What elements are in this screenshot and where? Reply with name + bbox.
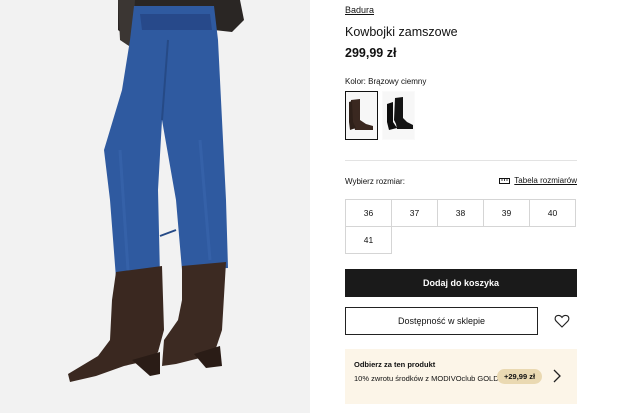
size-table-label: Tabela rozmiarów [514, 176, 577, 185]
size-option-39[interactable]: 39 [483, 199, 530, 227]
size-option-38[interactable]: 38 [437, 199, 484, 227]
heart-icon[interactable] [554, 313, 570, 329]
size-table-link[interactable]: Tabela rozmiarów [499, 176, 577, 185]
black-boot-thumbnail-icon [383, 92, 414, 139]
brand-link[interactable]: Badura [345, 5, 374, 15]
color-swatch-brown[interactable] [345, 91, 378, 140]
size-option-36[interactable]: 36 [345, 199, 392, 227]
promo-title: Odbierz za ten produkt [354, 360, 436, 369]
promo-cashback-badge: +29,99 zł [497, 369, 543, 384]
model-photo-illustration [0, 0, 310, 413]
club-promo-banner[interactable]: Odbierz za ten produkt 10% zwrotu środkó… [345, 349, 577, 404]
size-label: Wybierz rozmiar: [345, 177, 405, 186]
brown-boot-thumbnail-icon [346, 92, 377, 139]
product-details-panel: Badura Kowbojki zamszowe 299,99 zł Kolor… [345, 0, 577, 413]
product-photo[interactable] [0, 0, 310, 413]
store-availability-button[interactable]: Dostępność w sklepie [345, 307, 538, 335]
ruler-icon [499, 177, 511, 184]
product-price: 299,99 zł [345, 46, 397, 60]
promo-description: 10% zwrotu środków z MODIVOclub GOLD [354, 374, 499, 383]
chevron-right-icon[interactable] [552, 368, 562, 384]
size-option-37[interactable]: 37 [391, 199, 438, 227]
product-title: Kowbojki zamszowe [345, 25, 458, 39]
divider [345, 160, 577, 161]
size-option-41[interactable]: 41 [345, 226, 392, 254]
size-option-40[interactable]: 40 [529, 199, 576, 227]
size-grid: 36 37 38 39 40 41 [345, 199, 577, 254]
color-swatch-black[interactable] [382, 91, 415, 140]
add-to-cart-button[interactable]: Dodaj do koszyka [345, 269, 577, 297]
color-label: Kolor: Brązowy ciemny [345, 77, 427, 86]
